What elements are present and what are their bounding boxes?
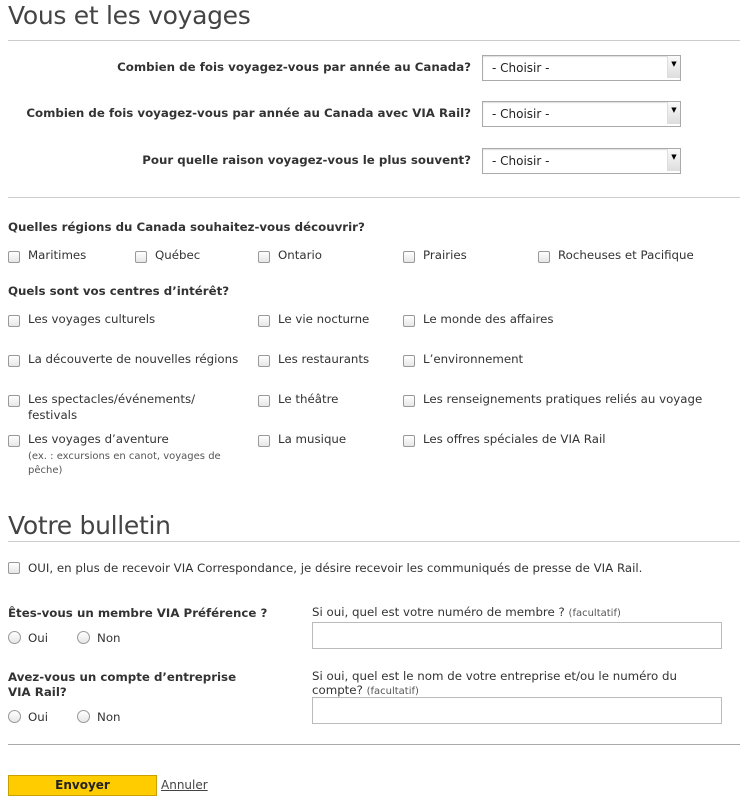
member-number-input[interactable] xyxy=(312,622,722,649)
divider xyxy=(8,197,740,198)
business-yes-radio[interactable] xyxy=(8,710,21,723)
via-frequency-select[interactable]: - Choisir - ▼ xyxy=(482,101,681,127)
interest-label: La musique xyxy=(278,432,347,446)
interest-checkbox[interactable] xyxy=(403,395,415,407)
region-checkbox[interactable] xyxy=(8,251,20,263)
business-input[interactable] xyxy=(312,697,722,724)
interest-checkbox[interactable] xyxy=(403,355,415,367)
interest-label: Le monde des affaires xyxy=(423,312,554,326)
section-title-travel: Vous et les voyages xyxy=(8,1,251,30)
interest-label: Les spectacles/événements/ xyxy=(28,392,196,406)
member-question: Êtes-vous un membre VIA Préférence ? xyxy=(8,606,268,620)
interest-label: L’environnement xyxy=(423,352,524,366)
regions-label: Quelles régions du Canada souhaitez-vous… xyxy=(8,220,365,234)
label-text: compte? xyxy=(312,683,363,697)
interest-checkbox[interactable] xyxy=(403,315,415,327)
interest-label: Le théâtre xyxy=(278,392,339,406)
business-question: VIA Rail? xyxy=(8,685,67,699)
select-value: - Choisir - xyxy=(492,154,550,168)
optional-text: (facultatif) xyxy=(366,686,419,697)
region-checkbox[interactable] xyxy=(403,251,415,263)
member-no-radio[interactable] xyxy=(77,631,90,644)
interest-checkbox[interactable] xyxy=(8,315,20,327)
member-field-label: Si oui, quel est votre numéro de membre … xyxy=(312,605,621,621)
interest-label: Les restaurants xyxy=(278,352,370,366)
question-label: Combien de fois voyagez-vous par année a… xyxy=(26,106,471,120)
interest-checkbox[interactable] xyxy=(403,435,415,447)
press-checkbox-label: OUI, en plus de recevoir VIA Corresponda… xyxy=(28,561,643,575)
interest-checkbox[interactable] xyxy=(8,355,20,367)
member-yes-radio[interactable] xyxy=(8,631,21,644)
radio-label: Oui xyxy=(28,710,49,724)
interest-checkbox[interactable] xyxy=(258,315,270,327)
interest-label: Les voyages culturels xyxy=(28,312,156,326)
divider xyxy=(8,40,740,41)
divider xyxy=(8,744,740,745)
region-checkbox[interactable] xyxy=(258,251,270,263)
chevron-down-icon: ▼ xyxy=(667,102,680,124)
business-question: Avez-vous un compte d’entreprise xyxy=(8,670,237,684)
submit-button[interactable]: Envoyer xyxy=(8,775,157,796)
section-title-bulletin: Votre bulletin xyxy=(8,511,171,540)
chevron-down-icon: ▼ xyxy=(667,56,680,78)
chevron-down-icon: ▼ xyxy=(667,149,680,171)
travel-reason-select[interactable]: - Choisir - ▼ xyxy=(482,148,681,174)
interest-checkbox[interactable] xyxy=(8,435,20,447)
region-label: Prairies xyxy=(423,248,467,262)
interest-checkbox[interactable] xyxy=(258,435,270,447)
interest-label: Les voyages d’aventure xyxy=(28,432,169,446)
interest-checkbox[interactable] xyxy=(258,355,270,367)
optional-text: (facultatif) xyxy=(568,608,621,619)
interest-checkbox[interactable] xyxy=(258,395,270,407)
interests-label: Quels sont vos centres d’intérêt? xyxy=(8,284,230,298)
radio-label: Non xyxy=(97,631,121,645)
region-label: Québec xyxy=(155,248,201,262)
business-no-radio[interactable] xyxy=(77,710,90,723)
radio-label: Non xyxy=(97,710,121,724)
cancel-link[interactable]: Annuler xyxy=(161,778,208,792)
travel-frequency-select[interactable]: - Choisir - ▼ xyxy=(482,55,681,81)
radio-label: Oui xyxy=(28,631,49,645)
interest-label: Le vie nocturne xyxy=(278,312,370,326)
adventure-note: pêche) xyxy=(28,465,63,476)
region-checkbox[interactable] xyxy=(538,251,550,263)
region-label: Ontario xyxy=(278,248,322,262)
adventure-note: (ex. : excursions en canot, voyages de xyxy=(28,451,221,462)
interest-label: Les renseignements pratiques reliés au v… xyxy=(423,392,703,406)
divider xyxy=(8,541,740,542)
region-checkbox[interactable] xyxy=(135,251,147,263)
business-field-label: Si oui, quel est le nom de votre entrepr… xyxy=(312,669,677,683)
select-value: - Choisir - xyxy=(492,61,550,75)
press-checkbox[interactable] xyxy=(8,562,20,574)
interest-checkbox[interactable] xyxy=(8,395,20,407)
label-text: Si oui, quel est votre numéro de membre … xyxy=(312,605,565,619)
region-label: Maritimes xyxy=(28,248,87,262)
interest-label-cont: festivals xyxy=(28,408,78,422)
select-value: - Choisir - xyxy=(492,107,550,121)
question-label: Combien de fois voyagez-vous par année a… xyxy=(117,60,471,74)
interest-label: Les offres spéciales de VIA Rail xyxy=(423,432,606,446)
question-label: Pour quelle raison voyagez-vous le plus … xyxy=(142,153,471,167)
interest-label: La découverte de nouvelles régions xyxy=(28,352,239,366)
region-label: Rocheuses et Pacifique xyxy=(558,248,694,262)
